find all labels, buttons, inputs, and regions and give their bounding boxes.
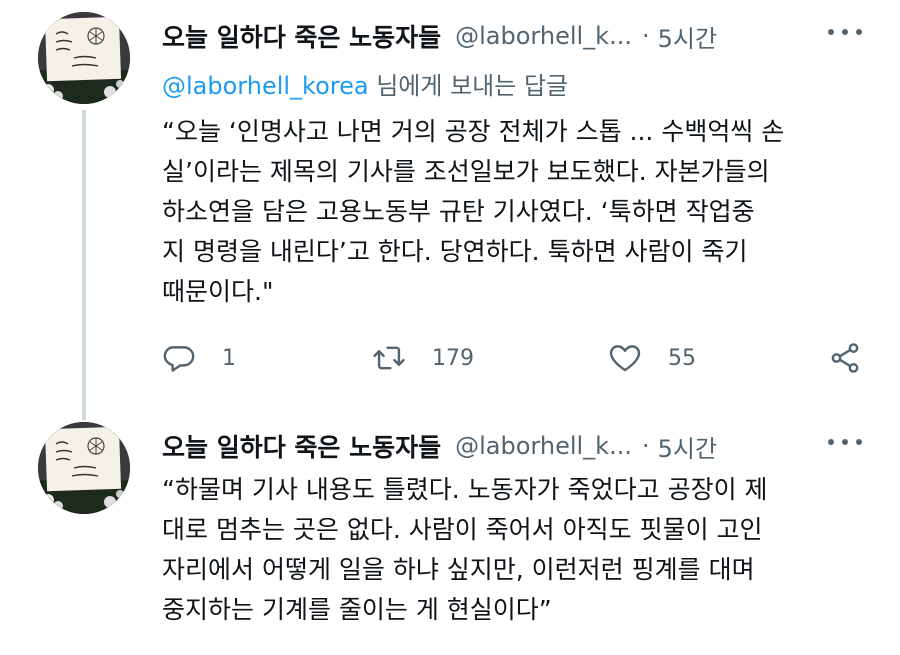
timestamp[interactable]: 5시간 <box>658 19 717 54</box>
author-name[interactable]: 오늘 일하다 죽은 노동자들 <box>162 18 441 54</box>
more-horizontal-icon <box>856 439 862 445</box>
replying-to: @laborhell_korea 님에게 보내는 답글 <box>162 66 568 101</box>
retweet-count: 179 <box>432 345 474 371</box>
tweet[interactable]: 오늘 일하다 죽은 노동자들 @laborhell_k... · 5시간 “하물… <box>0 410 900 655</box>
tweet-text-line: “하물며 기사 내용도 틀렸다. 노동자가 죽었다고 공장이 제 <box>162 475 768 504</box>
timestamp[interactable]: 5시간 <box>658 429 717 464</box>
more-horizontal-icon <box>842 439 848 445</box>
tweet[interactable]: 오늘 일하다 죽은 노동자들 @laborhell_k... · 5시간 @la… <box>0 0 900 420</box>
more-options-button[interactable] <box>828 20 862 44</box>
tweet-text-line: 실’이라는 제목의 기사를 조선일보가 보도했다. 자본가들의 <box>162 157 770 186</box>
avatar[interactable] <box>38 12 130 104</box>
avatar-image <box>38 12 130 104</box>
retweet-button[interactable]: 179 <box>372 336 474 380</box>
author-handle[interactable]: @laborhell_k... <box>455 22 632 50</box>
separator: · <box>641 22 650 50</box>
avatar[interactable] <box>38 422 130 514</box>
reply-suffix: 님에게 보내는 답글 <box>368 72 569 100</box>
author-name[interactable]: 오늘 일하다 죽은 노동자들 <box>162 428 441 464</box>
more-horizontal-icon <box>856 29 862 35</box>
tweet-header: 오늘 일하다 죽은 노동자들 @laborhell_k... · 5시간 <box>162 428 717 464</box>
tweet-text: “오늘 ‘인명사고 나면 거의 공장 전체가 스톱 ... 수백억씩 손 실’이… <box>162 112 862 312</box>
tweet-header: 오늘 일하다 죽은 노동자들 @laborhell_k... · 5시간 <box>162 18 717 54</box>
thread-line <box>82 110 86 420</box>
reply-bubble-icon <box>163 346 195 372</box>
more-horizontal-icon <box>828 29 834 35</box>
tweet-text-line: 때문이다." <box>162 277 274 306</box>
tweet-text-line: 하소연을 담은 고용노동부 규탄 기사였다. ‘툭하면 작업중 <box>162 197 755 226</box>
like-count: 55 <box>668 345 696 371</box>
more-horizontal-icon <box>842 29 848 35</box>
avatar-image <box>38 422 130 514</box>
reply-count: 1 <box>222 345 236 371</box>
tweet-actions: 1 179 55 <box>162 336 867 380</box>
separator: · <box>641 432 650 460</box>
reply-button[interactable]: 1 <box>162 336 236 380</box>
heart-icon <box>609 345 641 372</box>
like-button[interactable]: 55 <box>608 336 696 380</box>
tweet-text-line: 중지하는 기계를 줄이는 게 현실이다” <box>162 595 552 624</box>
tweet-text-line: “오늘 ‘인명사고 나면 거의 공장 전체가 스톱 ... 수백억씩 손 <box>162 117 785 146</box>
tweet-text: “하물며 기사 내용도 틀렸다. 노동자가 죽었다고 공장이 제 대로 멈추는 … <box>162 470 862 630</box>
more-options-button[interactable] <box>828 430 862 454</box>
share-icon <box>831 343 859 373</box>
author-handle[interactable]: @laborhell_k... <box>455 432 632 460</box>
share-button[interactable] <box>828 336 862 380</box>
tweet-text-line: 자리에서 어떻게 일을 하냐 싶지만, 이런저런 핑계를 대며 <box>162 555 755 584</box>
reply-mention-link[interactable]: @laborhell_korea <box>162 72 369 100</box>
tweet-text-line: 지 명령을 내린다’고 한다. 당연하다. 툭하면 사람이 죽기 <box>162 237 748 266</box>
retweet-icon <box>373 346 405 370</box>
more-horizontal-icon <box>828 439 834 445</box>
tweet-text-line: 대로 멈추는 곳은 없다. 사람이 죽어서 아직도 핏물이 고인 <box>162 515 763 544</box>
